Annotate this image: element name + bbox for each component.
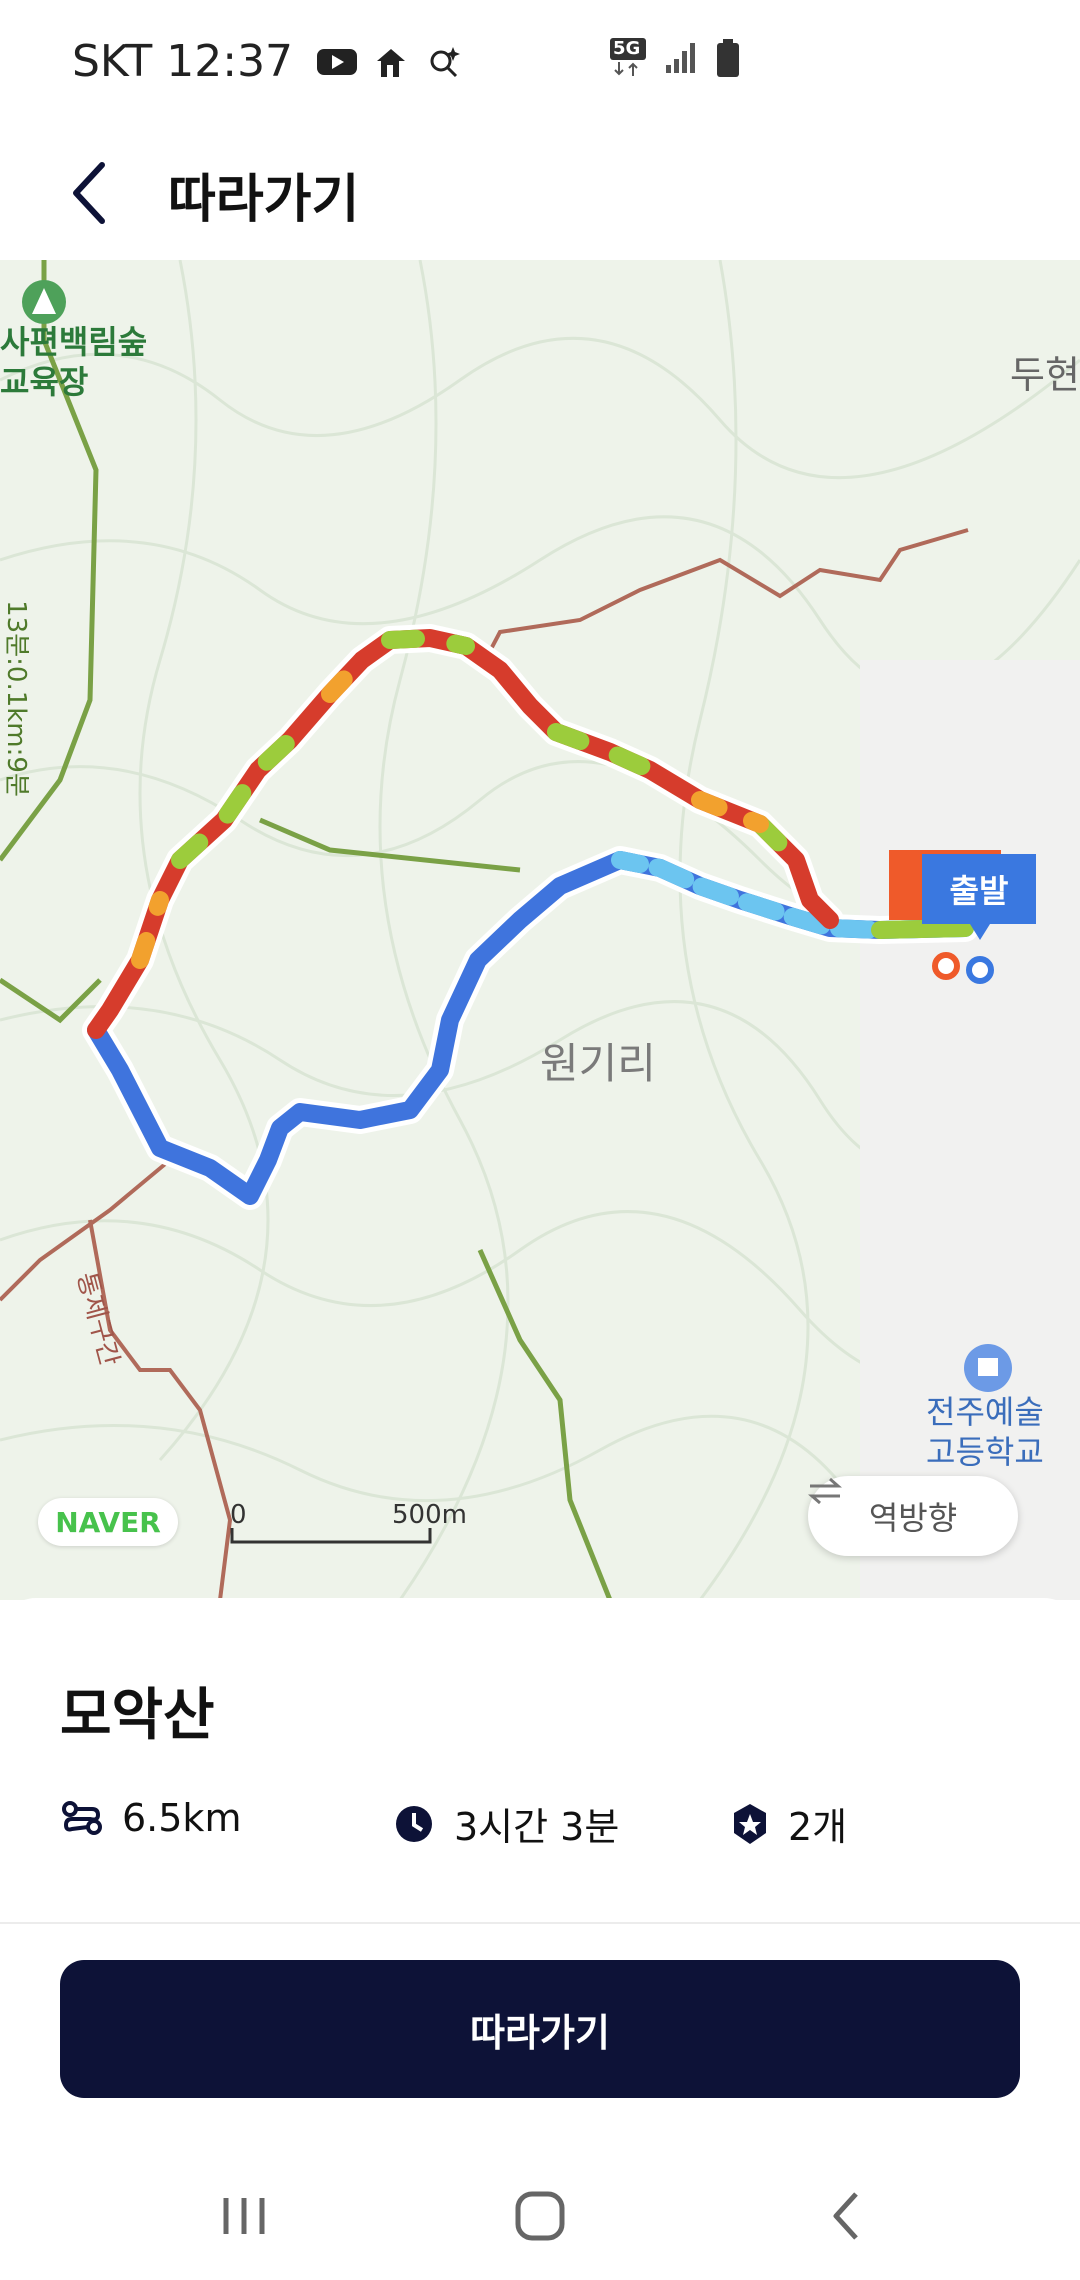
badges-stat: 2개: [732, 1796, 847, 1851]
route-line-green-start: [871, 919, 974, 939]
carrier: SKT: [72, 36, 153, 87]
map-scale: 0 500m: [230, 1500, 467, 1530]
header: 따라가기: [0, 125, 1080, 260]
badge-star-icon: [734, 1803, 766, 1844]
back-icon: [833, 2192, 858, 2240]
top-right-label: 두현: [1010, 353, 1080, 397]
home-icon: [515, 2191, 565, 2241]
status-left: SKT 12:37: [72, 36, 461, 87]
signal-icon: [666, 43, 695, 73]
page-title: 따라가기: [168, 170, 360, 230]
duration-stat: 3시간 3분: [394, 1796, 619, 1851]
scale-zero: 0: [230, 1500, 247, 1530]
recent-apps-button[interactable]: [204, 2176, 284, 2256]
map-canvas: [0, 260, 1080, 1600]
clock-icon: [396, 1805, 432, 1842]
battery-icon: [717, 39, 739, 77]
youtube-icon: [317, 48, 358, 75]
naver-logo: NAVER: [38, 1498, 178, 1546]
trail-stats: 6.5km 3시간 3분 2개: [62, 1796, 1042, 1856]
reverse-direction-label: 역방향: [868, 1499, 958, 1537]
chevron-left-icon: [73, 162, 105, 224]
start-point-icon: [966, 956, 994, 984]
notification-icons: [317, 45, 461, 79]
system-back-button[interactable]: [808, 2176, 888, 2256]
end-point-icon: [932, 952, 960, 980]
poi-label: 사편백림숲 교육장: [0, 323, 148, 401]
status-bar: SKT 12:37 5G: [0, 0, 1080, 125]
system-nav-bar: [0, 2140, 1080, 2280]
home-button[interactable]: [500, 2176, 580, 2256]
network-5g-icon: 5G: [610, 38, 646, 78]
clock: 12:37: [166, 36, 294, 87]
start-marker: 출발: [922, 854, 1036, 940]
divider: [0, 1922, 1080, 1924]
route-icon: [62, 1801, 102, 1835]
duration-value: 3시간 3분: [454, 1805, 620, 1849]
swap-arrows-icon: [808, 1477, 842, 1505]
distance-stat: 6.5km: [62, 1796, 241, 1840]
distance-value: 6.5km: [122, 1796, 242, 1840]
map-view[interactable]: 사편백림숲 교육장 두현 원기리 전주예술 고등학교 13분:0.1km:9분 …: [0, 260, 1080, 1600]
start-marker-label: 출발: [949, 872, 1009, 910]
network-type: 5G: [610, 38, 646, 60]
school-label: 전주예술 고등학교: [926, 1393, 1044, 1471]
badges-value: 2개: [788, 1805, 848, 1849]
scale-bar: [230, 1528, 432, 1544]
reverse-direction-button[interactable]: 역방향: [808, 1476, 1018, 1556]
status-right: 5G: [610, 38, 740, 78]
app-notification-icon: [377, 48, 406, 77]
back-button[interactable]: [62, 153, 122, 233]
scale-distance: 500m: [392, 1500, 467, 1530]
trail-name: 모악산: [60, 1683, 215, 1748]
trail-note: 13분:0.1km:9분: [0, 600, 31, 797]
village-label: 원기리: [540, 1039, 656, 1088]
follow-button[interactable]: 따라가기: [60, 1960, 1020, 2098]
sparkle-search-icon: [430, 46, 461, 77]
recent-apps-icon: [223, 2198, 265, 2234]
